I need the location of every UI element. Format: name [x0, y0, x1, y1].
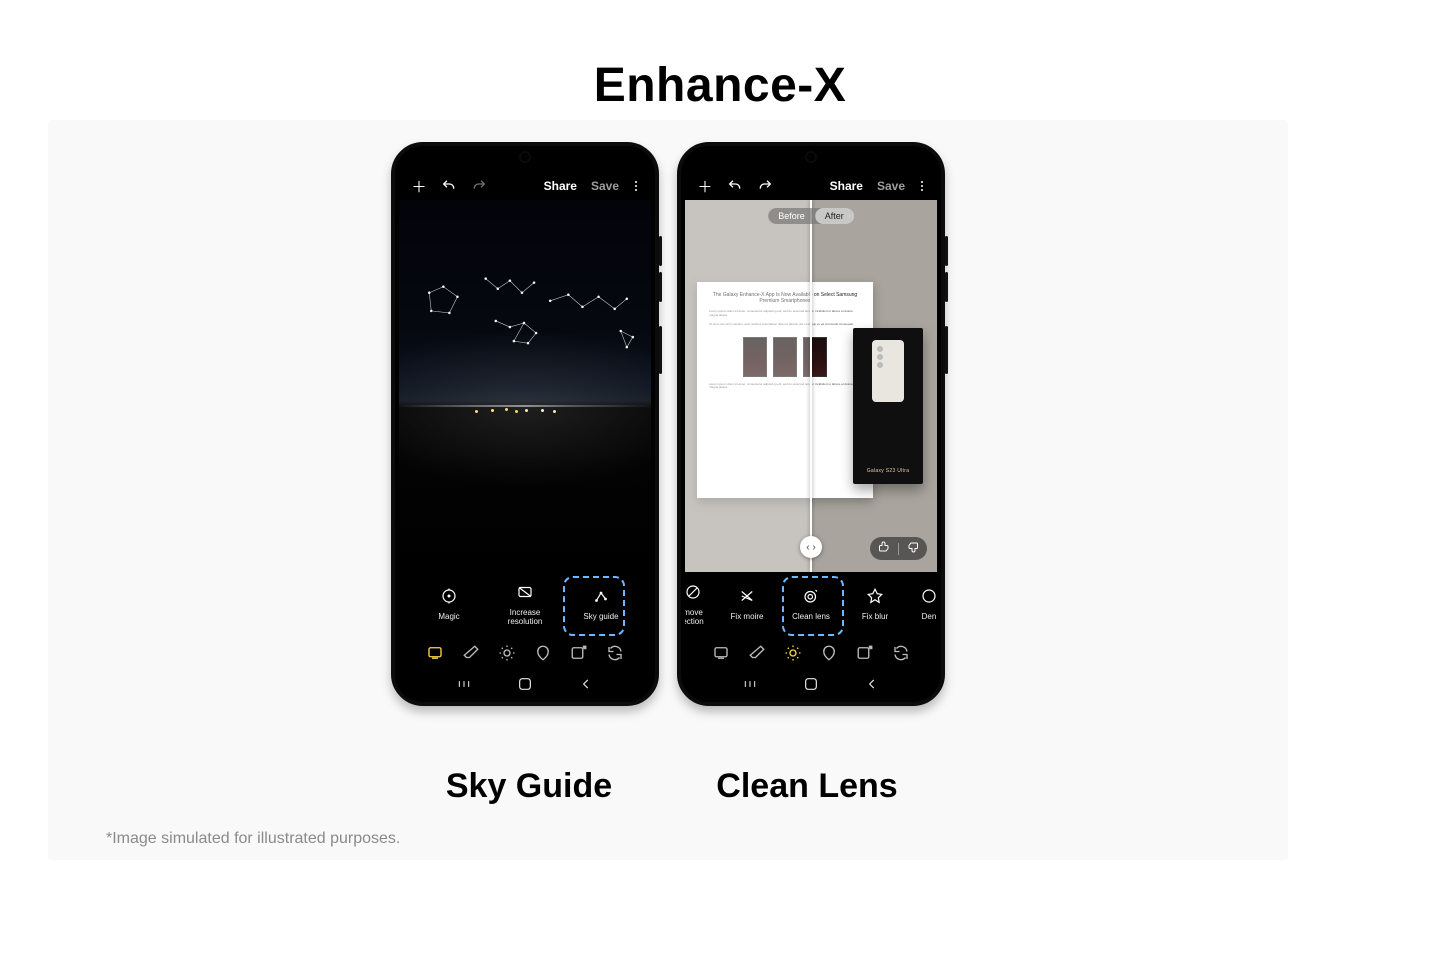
before-after-toggle[interactable]: Before After: [768, 208, 854, 224]
product-box-label: Galaxy S23 Ultra: [853, 468, 923, 474]
feature-remove-reflection[interactable]: move ection: [685, 582, 713, 626]
feature-magic-label: Magic: [438, 612, 459, 621]
tab-brightness-icon[interactable]: [784, 644, 802, 662]
caption-skyguide: Sky Guide: [399, 767, 659, 806]
fix-moire-icon: [737, 586, 757, 606]
tab-mask-icon[interactable]: [534, 644, 552, 662]
bottom-tab-row: [685, 636, 937, 670]
redo-icon[interactable]: [757, 178, 773, 194]
tab-auto-icon[interactable]: [712, 644, 730, 662]
compare-divider[interactable]: [810, 200, 812, 572]
front-camera: [807, 153, 815, 161]
image-canvas[interactable]: [399, 200, 651, 572]
increase-resolution-icon: [515, 582, 535, 602]
feature-clean-lens[interactable]: Clean lens: [781, 586, 841, 621]
feature-magic[interactable]: Magic: [419, 586, 479, 621]
compare-knob-icon[interactable]: ‹ ›: [800, 536, 822, 558]
add-icon[interactable]: ＋: [411, 178, 427, 194]
save-button[interactable]: Save: [591, 179, 619, 193]
nav-home-icon[interactable]: [796, 675, 826, 693]
feature-fix-blur[interactable]: Fix blur: [845, 586, 905, 621]
feature-row: Magic Increase resolution: [399, 572, 651, 636]
power-button: [659, 326, 662, 374]
thumbs-up-icon[interactable]: [878, 541, 890, 556]
editor-topbar: ＋ Share Save: [685, 172, 937, 200]
thumbs-down-icon[interactable]: [907, 541, 919, 556]
undo-icon[interactable]: [727, 178, 743, 194]
feature-remove-reflection-label: move ection: [685, 608, 704, 626]
denoise-icon: [919, 586, 937, 606]
tab-auto-icon[interactable]: [426, 644, 444, 662]
page-title: Enhance-X: [0, 0, 1440, 113]
front-camera: [521, 153, 529, 161]
add-icon[interactable]: ＋: [697, 178, 713, 194]
remove-reflection-icon: [685, 582, 703, 602]
phone-skyguide: ＋ Share Save: [391, 142, 659, 706]
phone-cleanlens: ＋ Share Save: [677, 142, 945, 706]
volume-up-button: [659, 236, 662, 266]
feature-sky-guide-label: Sky guide: [583, 612, 618, 621]
feature-clean-lens-label: Clean lens: [792, 612, 830, 621]
feature-denoise[interactable]: Den: [909, 586, 937, 621]
disclaimer-text: *Image simulated for illustrated purpose…: [106, 830, 400, 848]
share-button[interactable]: Share: [830, 179, 863, 193]
system-navbar: [685, 670, 937, 698]
feature-row: move ection Fix moire Clea: [685, 572, 937, 636]
feature-denoise-label: Den: [922, 612, 937, 621]
power-button: [945, 326, 948, 374]
feature-sky-guide[interactable]: Sky guide: [571, 586, 631, 621]
magic-icon: [439, 586, 459, 606]
save-button[interactable]: Save: [877, 179, 905, 193]
feature-increase-resolution[interactable]: Increase resolution: [495, 582, 555, 626]
tab-eraser-icon[interactable]: [462, 644, 480, 662]
tab-rotate-icon[interactable]: [606, 644, 624, 662]
more-icon[interactable]: [633, 181, 639, 191]
clean-lens-icon: [801, 586, 821, 606]
nav-recents-icon[interactable]: [735, 675, 765, 693]
product-box: Galaxy S23 Ultra: [853, 328, 923, 484]
after-label[interactable]: After: [815, 208, 854, 224]
tab-mask-icon[interactable]: [820, 644, 838, 662]
caption-cleanlens: Clean Lens: [677, 767, 937, 806]
volume-down-button: [659, 272, 662, 302]
volume-up-button: [945, 236, 948, 266]
feature-increase-resolution-label: Increase resolution: [508, 608, 543, 626]
tab-brightness-icon[interactable]: [498, 644, 516, 662]
system-navbar: [399, 670, 651, 698]
tab-eraser-icon[interactable]: [748, 644, 766, 662]
sky-guide-icon: [591, 586, 611, 606]
tab-add-image-icon[interactable]: [856, 644, 874, 662]
marketing-stage: ＋ Share Save: [48, 120, 1288, 860]
nav-recents-icon[interactable]: [449, 675, 479, 693]
before-label[interactable]: Before: [768, 208, 815, 224]
nav-home-icon[interactable]: [510, 675, 540, 693]
feedback-pill: [870, 537, 927, 560]
share-button[interactable]: Share: [544, 179, 577, 193]
feature-fix-moire-label: Fix moire: [731, 612, 764, 621]
feature-fix-blur-label: Fix blur: [862, 612, 888, 621]
nav-back-icon[interactable]: [857, 675, 887, 693]
tab-add-image-icon[interactable]: [570, 644, 588, 662]
bottom-tab-row: [399, 636, 651, 670]
product-phone-illustration: [872, 340, 904, 402]
more-icon[interactable]: [919, 181, 925, 191]
nav-back-icon[interactable]: [571, 675, 601, 693]
image-canvas[interactable]: The Galaxy Enhance-X App Is Now Availabl…: [685, 200, 937, 572]
night-sky-image: [399, 200, 651, 572]
feature-fix-moire[interactable]: Fix moire: [717, 586, 777, 621]
tab-rotate-icon[interactable]: [892, 644, 910, 662]
fix-blur-icon: [865, 586, 885, 606]
undo-icon[interactable]: [441, 178, 457, 194]
editor-topbar: ＋ Share Save: [399, 172, 651, 200]
volume-down-button: [945, 272, 948, 302]
compare-view[interactable]: The Galaxy Enhance-X App Is Now Availabl…: [685, 200, 937, 572]
redo-icon[interactable]: [471, 178, 487, 194]
